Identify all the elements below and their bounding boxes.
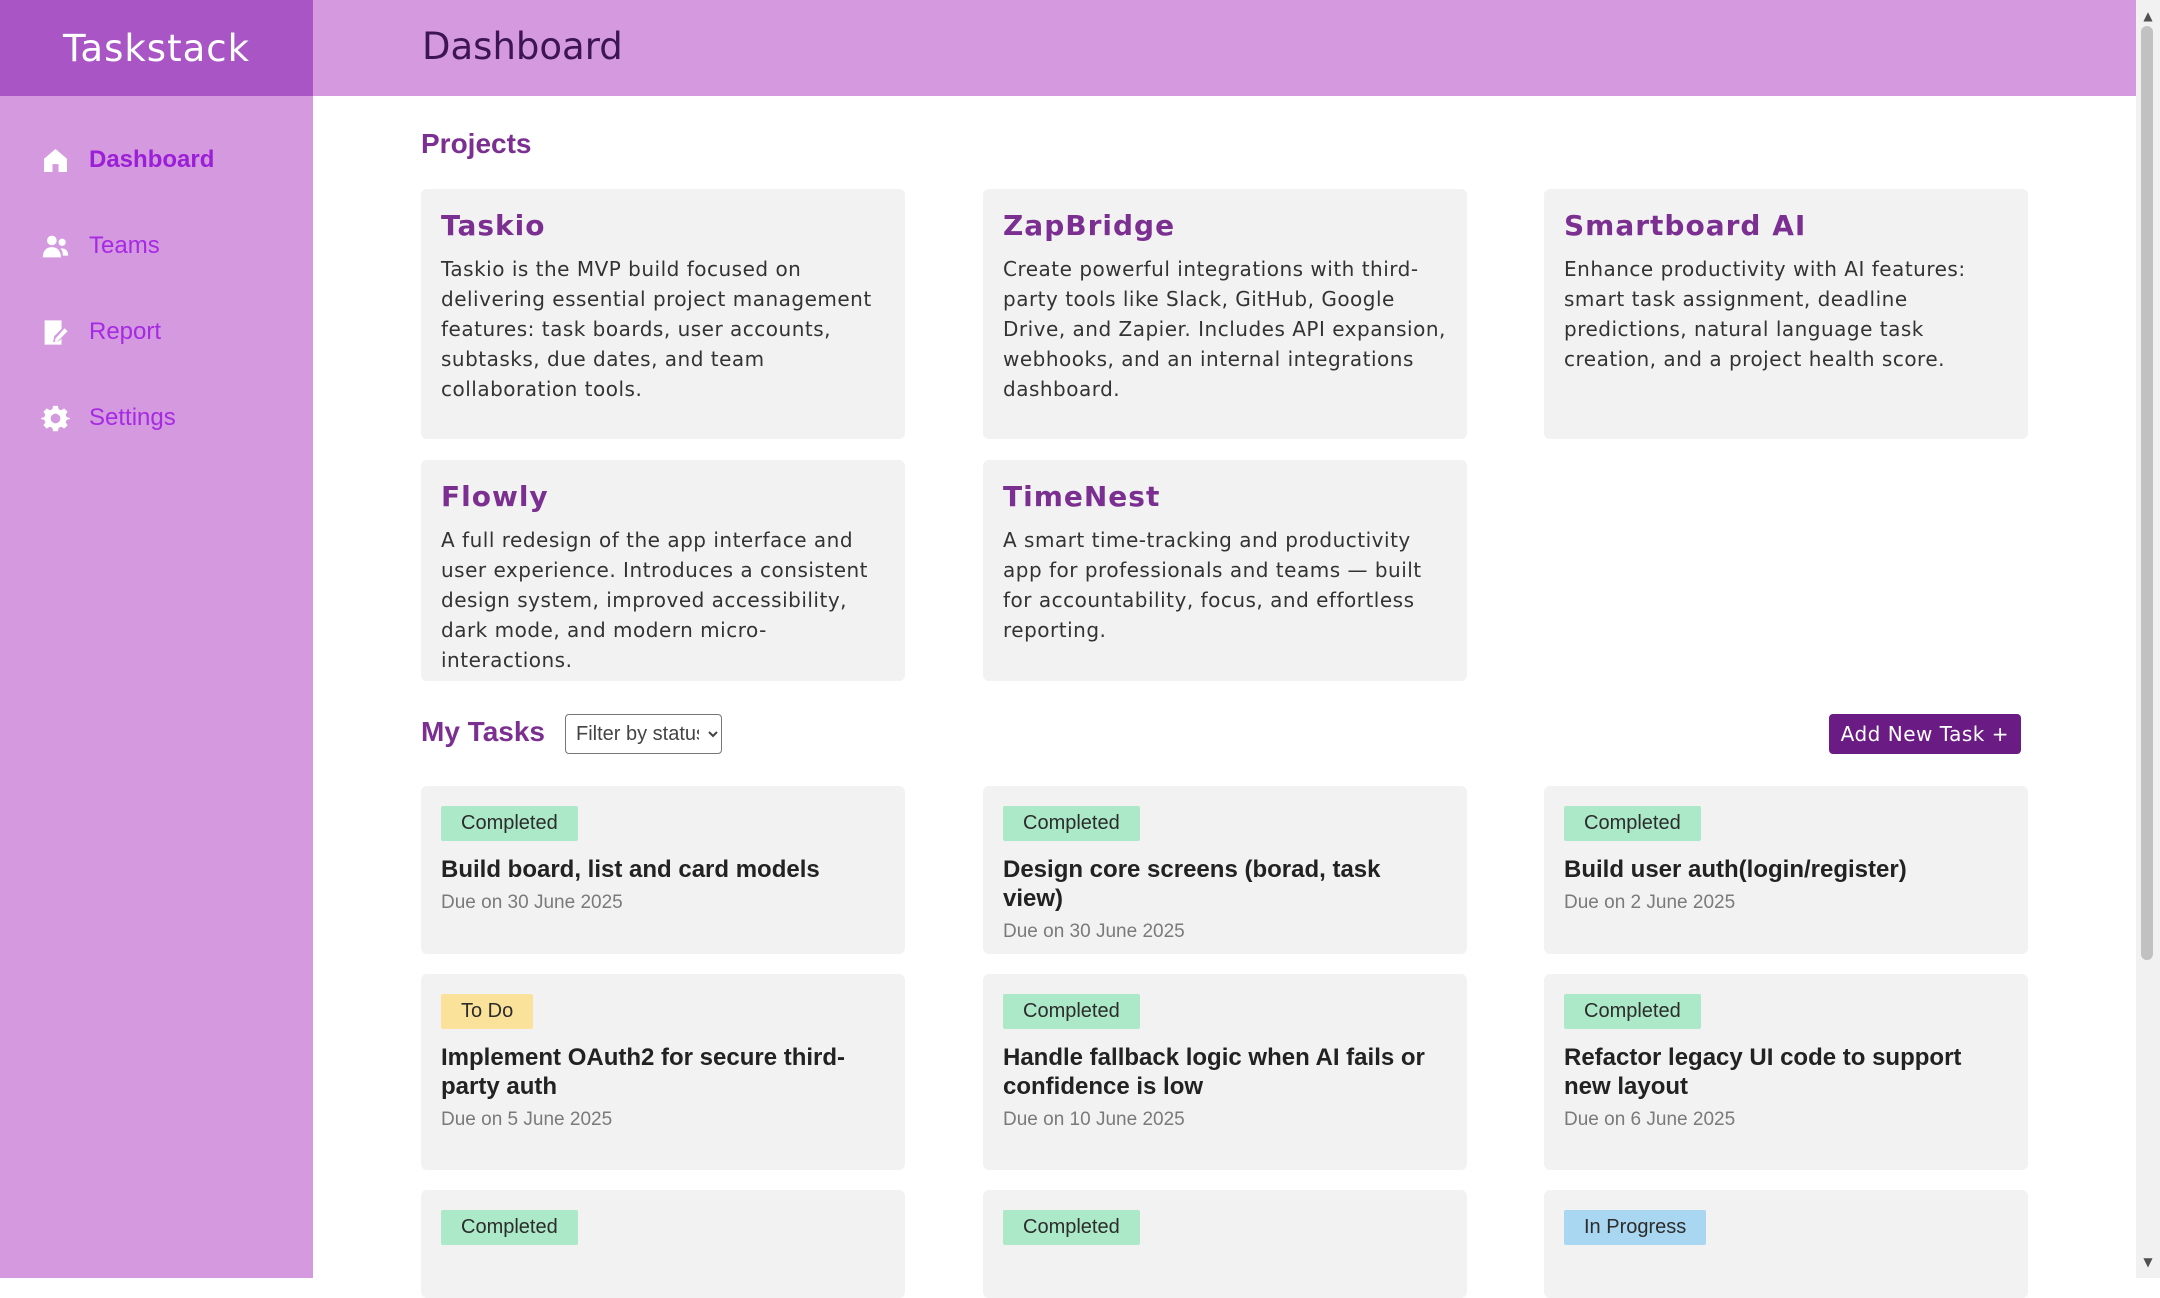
task-card[interactable]: Completed Build board, list and card mod… (421, 786, 905, 954)
task-title: Design core screens (borad, task view) (1003, 856, 1381, 912)
task-title: Handle fallback logic when AI fails or c… (1003, 1044, 1425, 1100)
task-card[interactable]: Completed Handle fallback logic when AI … (983, 974, 1467, 1170)
project-name: Taskio (441, 209, 546, 242)
project-name: TimeNest (1003, 480, 1161, 513)
project-name: ZapBridge (1003, 209, 1176, 242)
tasks-header: My Tasks Filter by status Add New Task + (421, 714, 2027, 756)
task-card[interactable]: Completed Build user auth(login/register… (1544, 786, 2028, 954)
sidebar-item-report[interactable]: Report (0, 289, 313, 375)
home-icon (44, 148, 67, 172)
project-description: Enhance productivity with AI features: s… (1564, 257, 1966, 371)
task-due-date: Due on 30 June 2025 (441, 892, 623, 913)
task-due-date: Due on 10 June 2025 (1003, 1109, 1185, 1130)
page-title: Dashboard (422, 25, 623, 68)
status-badge: Completed (1003, 1210, 1140, 1245)
task-title: Build board, list and card models (441, 856, 820, 883)
project-name: Smartboard AI (1564, 209, 1807, 242)
status-badge: Completed (1003, 806, 1140, 841)
task-card[interactable]: In Progress (1544, 1190, 2028, 1298)
project-card[interactable]: Flowly A full redesign of the app interf… (421, 460, 905, 681)
task-due-date: Due on 5 June 2025 (441, 1109, 613, 1130)
report-icon (44, 319, 68, 345)
scrollbar[interactable]: ▲ ▼ (2136, 0, 2160, 1278)
my-tasks-heading: My Tasks (421, 716, 545, 747)
top-header: Dashboard (313, 0, 2136, 96)
task-card[interactable]: Completed Design core screens (borad, ta… (983, 786, 1467, 954)
project-description: A full redesign of the app interface and… (441, 528, 869, 672)
scroll-down-arrow-icon[interactable]: ▼ (2136, 1250, 2160, 1274)
gear-icon (41, 405, 70, 431)
users-icon (42, 235, 69, 257)
add-new-task-button[interactable]: Add New Task + (1828, 714, 2021, 754)
scroll-thumb[interactable] (2141, 26, 2153, 960)
task-card[interactable]: Completed Refactor legacy UI code to sup… (1544, 974, 2028, 1170)
project-description: Taskio is the MVP build focused on deliv… (441, 257, 872, 401)
sidebar-item-label: Settings (89, 404, 176, 431)
app-logo[interactable]: Taskstack (0, 0, 313, 96)
status-filter-select[interactable]: Filter by status (565, 714, 722, 754)
sidebar-item-label: Report (89, 318, 162, 345)
projects-heading: Projects (421, 128, 532, 159)
sidebar-item-settings[interactable]: Settings (0, 375, 313, 461)
sidebar-item-dashboard[interactable]: Dashboard (0, 117, 313, 203)
sidebar-item-label: Teams (89, 232, 160, 259)
status-badge: Completed (441, 806, 578, 841)
status-badge: Completed (1564, 806, 1701, 841)
status-badge: In Progress (1564, 1210, 1707, 1245)
project-name: Flowly (441, 480, 549, 513)
project-card[interactable]: Taskio Taskio is the MVP build focused o… (421, 189, 905, 439)
status-badge: Completed (441, 1210, 578, 1245)
task-due-date: Due on 6 June 2025 (1564, 1109, 1736, 1130)
status-badge: Completed (1003, 994, 1140, 1029)
task-card[interactable]: To Do Implement OAuth2 for secure third-… (421, 974, 905, 1170)
project-card[interactable]: Smartboard AI Enhance productivity with … (1544, 189, 2028, 439)
task-title: Build user auth(login/register) (1564, 856, 1907, 883)
project-description: Create powerful integrations with third-… (1003, 257, 1446, 401)
project-description: A smart time-tracking and productivity a… (1003, 528, 1422, 642)
sidebar-item-label: Dashboard (89, 146, 215, 173)
project-card[interactable]: TimeNest A smart time-tracking and produ… (983, 460, 1467, 681)
sidebar-item-teams[interactable]: Teams (0, 203, 313, 289)
task-due-date: Due on 2 June 2025 (1564, 892, 1736, 913)
task-due-date: Due on 30 June 2025 (1003, 921, 1185, 942)
sidebar: Taskstack Dashboard Teams Report Setting… (0, 0, 313, 1278)
task-card[interactable]: Completed (983, 1190, 1467, 1298)
task-title: Implement OAuth2 for secure third-party … (441, 1044, 846, 1100)
project-card[interactable]: ZapBridge Create powerful integrations w… (983, 189, 1467, 439)
status-badge: Completed (1564, 994, 1701, 1029)
task-title: Refactor legacy UI code to support new l… (1564, 1044, 1962, 1100)
scroll-up-arrow-icon[interactable]: ▲ (2136, 4, 2160, 28)
task-card[interactable]: Completed (421, 1190, 905, 1298)
sidebar-nav: Dashboard Teams Report Settings (0, 117, 313, 461)
status-badge: To Do (441, 994, 534, 1029)
